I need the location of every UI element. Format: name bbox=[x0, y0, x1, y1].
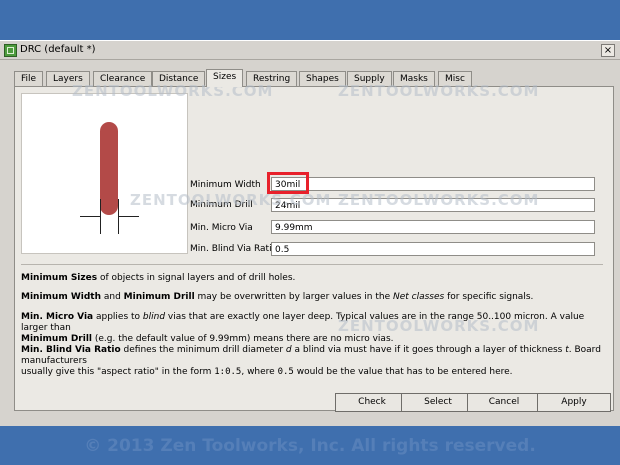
sizes-panel: Minimum Width 30mil Minimum Drill 24mil … bbox=[14, 86, 614, 411]
help-paragraph-4: Min. Blind Via Ratio defines the minimum… bbox=[21, 345, 601, 377]
select-button[interactable]: Select bbox=[401, 393, 475, 412]
watermark: ZENTOOLWORKS.COM bbox=[130, 191, 332, 209]
help-paragraph-1: Minimum Sizes of objects in signal layer… bbox=[21, 273, 296, 283]
minimum-width-field[interactable]: 30mil bbox=[271, 177, 595, 191]
close-button[interactable]: × bbox=[601, 44, 615, 57]
drc-dialog: DRC (default *) × File Layers Clearance … bbox=[0, 40, 620, 426]
apply-button[interactable]: Apply bbox=[537, 393, 611, 412]
window-title: DRC (default *) bbox=[20, 44, 96, 55]
track-shape bbox=[100, 122, 118, 215]
blind-via-ratio-field[interactable]: 0.5 bbox=[271, 242, 595, 256]
dimension-arrow-left bbox=[80, 216, 100, 217]
watermark: ZENTOOLWORKS.COM bbox=[338, 317, 540, 335]
watermark: ZENTOOLWORKS.COM bbox=[72, 82, 274, 100]
cancel-button[interactable]: Cancel bbox=[467, 393, 541, 412]
dimension-line-left bbox=[100, 199, 101, 234]
watermark: ZENTOOLWORKS.COM bbox=[338, 82, 540, 100]
watermark: ZENTOOLWORKS.COM bbox=[338, 191, 540, 209]
title-bar[interactable]: DRC (default *) × bbox=[0, 41, 620, 60]
micro-via-label: Min. Micro Via bbox=[190, 223, 253, 233]
app-icon bbox=[4, 44, 17, 57]
separator bbox=[21, 264, 603, 265]
check-button[interactable]: Check bbox=[335, 393, 409, 412]
copyright-text: © 2013 Zen Toolworks, Inc. All rights re… bbox=[84, 436, 536, 456]
micro-via-field[interactable]: 9.99mm bbox=[271, 220, 595, 234]
blind-via-ratio-label: Min. Blind Via Ratio bbox=[190, 244, 278, 254]
minimum-width-label: Minimum Width bbox=[190, 180, 261, 190]
tab-sizes[interactable]: Sizes bbox=[206, 69, 244, 87]
tab-file[interactable]: File bbox=[14, 71, 44, 86]
track-preview bbox=[21, 93, 188, 254]
help-paragraph-2: Minimum Width and Minimum Drill may be o… bbox=[21, 292, 534, 302]
dimension-arrow-right bbox=[119, 216, 139, 217]
